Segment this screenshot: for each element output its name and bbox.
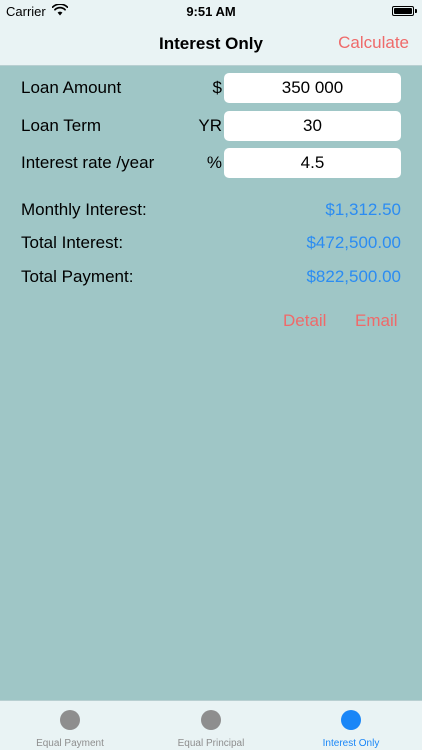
battery-tip — [415, 9, 417, 13]
total-payment-label: Total Payment: — [21, 267, 134, 286]
total-interest-label: Total Interest: — [21, 233, 124, 252]
calculate-button[interactable]: Calculate — [338, 33, 409, 53]
loan-term-input[interactable] — [224, 111, 401, 141]
status-bar: Carrier 9:51 AM — [0, 0, 422, 22]
status-time: 9:51 AM — [186, 4, 236, 19]
interest-rate-row: Interest rate /year % — [0, 148, 422, 178]
interest-rate-unit: % — [206, 153, 222, 172]
loan-term-unit: YR — [198, 116, 222, 135]
loan-amount-row: Loan Amount $ — [0, 73, 422, 103]
monthly-interest-value: $1,312.50 — [325, 200, 401, 219]
loan-term-label: Loan Term — [21, 116, 102, 135]
loan-amount-input[interactable] — [224, 73, 401, 103]
tab-icon — [341, 710, 361, 730]
tab-equal-payment[interactable]: Equal Payment — [0, 701, 140, 750]
tab-equal-principal[interactable]: Equal Principal — [141, 701, 281, 750]
total-interest-value: $472,500.00 — [306, 233, 401, 252]
navigation-header: Carrier 9:51 AM Interest Only Calculate — [0, 0, 422, 66]
tab-interest-only[interactable]: Interest Only — [281, 701, 421, 750]
loan-amount-unit: $ — [212, 78, 222, 97]
tab-icon — [201, 710, 221, 730]
interest-rate-label: Interest rate /year — [21, 153, 155, 172]
tab-icon — [60, 710, 80, 730]
total-payment-row: Total Payment: $822,500.00 — [0, 265, 422, 289]
tab-label: Equal Principal — [177, 738, 245, 749]
tab-label: Equal Payment — [36, 738, 104, 749]
interest-rate-input[interactable] — [224, 148, 401, 178]
loan-term-row: Loan Term YR — [0, 111, 422, 141]
monthly-interest-label: Monthly Interest: — [21, 200, 147, 219]
monthly-interest-row: Monthly Interest: $1,312.50 — [0, 198, 422, 222]
total-payment-value: $822,500.00 — [306, 267, 401, 286]
tab-bar: Equal Payment Equal Principal Interest O… — [0, 700, 422, 750]
email-button[interactable]: Email — [355, 311, 398, 331]
battery-icon — [392, 6, 414, 16]
tab-label: Interest Only — [322, 738, 380, 749]
loan-amount-label: Loan Amount — [21, 78, 122, 97]
detail-button[interactable]: Detail — [283, 311, 326, 331]
total-interest-row: Total Interest: $472,500.00 — [0, 231, 422, 255]
